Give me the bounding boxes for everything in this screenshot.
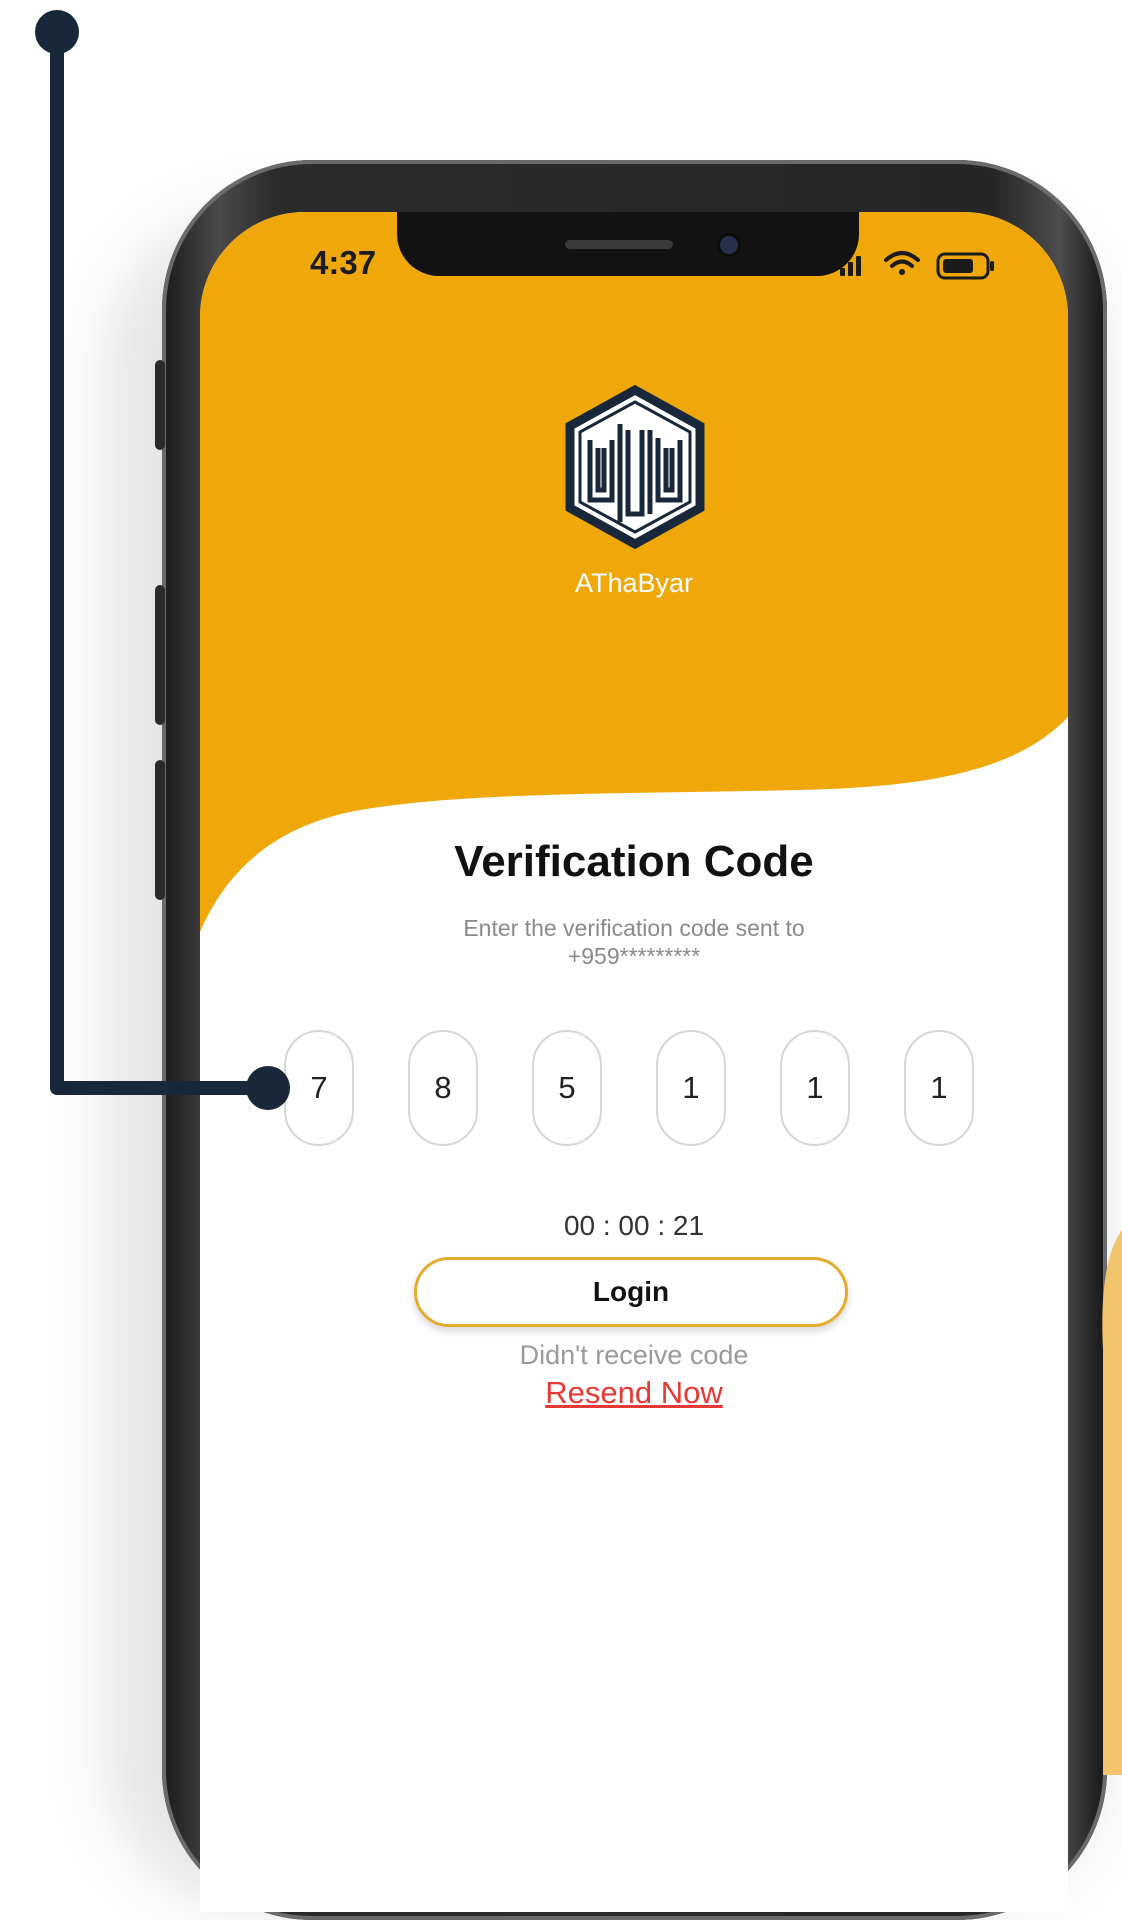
code-digit-3[interactable]: 5 — [532, 1030, 602, 1146]
code-digit-6[interactable]: 1 — [904, 1030, 974, 1146]
wifi-icon — [884, 251, 920, 275]
code-digit-5[interactable]: 1 — [780, 1030, 850, 1146]
code-input-row: 7 8 5 1 1 1 — [284, 1030, 974, 1150]
no-code-text: Didn't receive code — [519, 1340, 749, 1370]
instruction-text: Enter the verification code sent to +959… — [200, 914, 1068, 970]
code-digit-2[interactable]: 8 — [408, 1030, 478, 1146]
callout-pointer — [35, 10, 290, 1110]
masked-phone-number: +959********* — [567, 943, 701, 969]
app-logo — [565, 384, 705, 550]
marketing-stage: 4:37 AThaByar Verification Code Enter th… — [0, 0, 1122, 1920]
phone-screen: 4:37 AThaByar Verification Code Enter th… — [200, 212, 1068, 1912]
signal-icon — [840, 256, 861, 276]
login-button[interactable]: Login — [414, 1257, 848, 1327]
code-digit-4[interactable]: 1 — [656, 1030, 726, 1146]
countdown-timer: 00 : 00 : 21 — [563, 1210, 705, 1241]
instruction-line: Enter the verification code sent to — [463, 915, 805, 941]
front-camera — [720, 236, 738, 254]
app-name: AThaByar — [574, 568, 694, 598]
battery-icon — [936, 252, 994, 280]
background-decoration — [1102, 1230, 1122, 1775]
resend-now-link[interactable]: Resend Now — [200, 1375, 1068, 1411]
page-title: Verification Code — [454, 837, 814, 886]
status-icons — [840, 251, 994, 280]
earpiece-speaker — [565, 240, 673, 249]
